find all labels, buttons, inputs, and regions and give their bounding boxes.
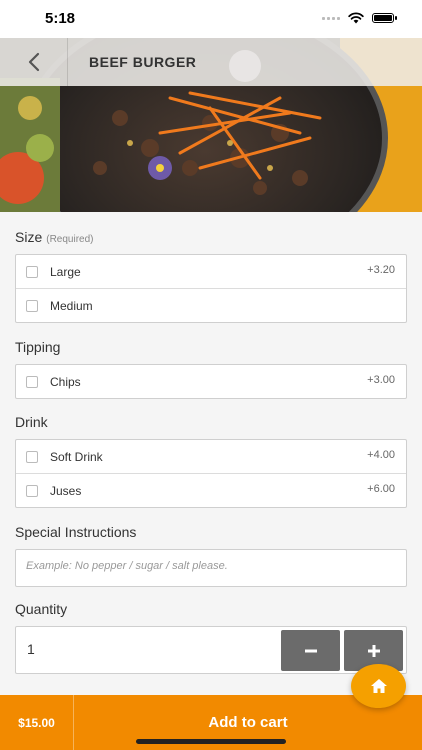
options-form: Size (Required) Large +3.20 Medium Tippin… bbox=[15, 212, 407, 674]
header-bar: BEEF BURGER bbox=[0, 38, 422, 86]
option-label: Soft Drink bbox=[50, 449, 103, 464]
signal-icon bbox=[322, 16, 340, 20]
home-indicator bbox=[136, 739, 286, 744]
quantity-title: Quantity bbox=[15, 601, 68, 617]
drink-section: Drink Soft Drink +4.00 Juses +6.00 bbox=[15, 412, 407, 508]
plus-icon bbox=[367, 644, 380, 657]
quantity-value[interactable]: 1 bbox=[27, 641, 35, 657]
instructions-section: Special Instructions bbox=[15, 522, 407, 587]
option-price: +6.00 bbox=[367, 483, 395, 495]
size-section: Size (Required) Large +3.20 Medium bbox=[15, 227, 407, 323]
home-button[interactable] bbox=[351, 664, 406, 708]
option-label: Medium bbox=[50, 298, 93, 313]
status-bar: 5:18 bbox=[0, 0, 422, 38]
option-label: Chips bbox=[50, 374, 81, 389]
order-total: $15.00 bbox=[0, 695, 74, 750]
instructions-box bbox=[15, 549, 407, 587]
checkbox[interactable] bbox=[26, 265, 38, 278]
battery-icon bbox=[372, 13, 397, 23]
status-icons bbox=[322, 12, 397, 24]
option-chips[interactable]: Chips +3.00 bbox=[16, 365, 406, 398]
option-label: Juses bbox=[50, 483, 82, 498]
size-title: Size bbox=[15, 229, 43, 245]
option-medium[interactable]: Medium bbox=[16, 288, 406, 322]
checkbox[interactable] bbox=[26, 484, 38, 497]
tipping-title: Tipping bbox=[15, 339, 61, 355]
quantity-section: Quantity 1 bbox=[15, 599, 407, 674]
option-price: +3.20 bbox=[367, 264, 395, 276]
size-options: Large +3.20 Medium bbox=[15, 254, 407, 323]
home-icon bbox=[370, 679, 387, 693]
option-large[interactable]: Large +3.20 bbox=[16, 255, 406, 288]
tipping-options: Chips +3.00 bbox=[15, 364, 407, 399]
instructions-input[interactable] bbox=[26, 560, 396, 572]
option-soft-drink[interactable]: Soft Drink +4.00 bbox=[16, 440, 406, 473]
page-title: BEEF BURGER bbox=[89, 54, 197, 70]
checkbox[interactable] bbox=[26, 375, 38, 388]
option-price: +4.00 bbox=[367, 449, 395, 461]
required-note: (Required) bbox=[46, 234, 94, 245]
checkbox[interactable] bbox=[26, 450, 38, 463]
minus-icon bbox=[304, 649, 317, 652]
chevron-left-icon bbox=[28, 52, 39, 72]
wifi-icon bbox=[348, 12, 364, 24]
option-juses[interactable]: Juses +6.00 bbox=[16, 473, 406, 507]
size-section-title: Size (Required) bbox=[15, 227, 407, 247]
drink-title: Drink bbox=[15, 414, 48, 430]
option-price: +3.00 bbox=[367, 374, 395, 386]
option-label: Large bbox=[50, 264, 81, 279]
quantity-stepper: 1 bbox=[15, 626, 407, 674]
tipping-section: Tipping Chips +3.00 bbox=[15, 337, 407, 399]
checkbox[interactable] bbox=[26, 299, 38, 312]
back-button[interactable] bbox=[0, 38, 68, 86]
status-time: 5:18 bbox=[45, 10, 76, 27]
instructions-title: Special Instructions bbox=[15, 524, 137, 540]
decrease-quantity-button[interactable] bbox=[281, 630, 340, 671]
drink-options: Soft Drink +4.00 Juses +6.00 bbox=[15, 439, 407, 508]
